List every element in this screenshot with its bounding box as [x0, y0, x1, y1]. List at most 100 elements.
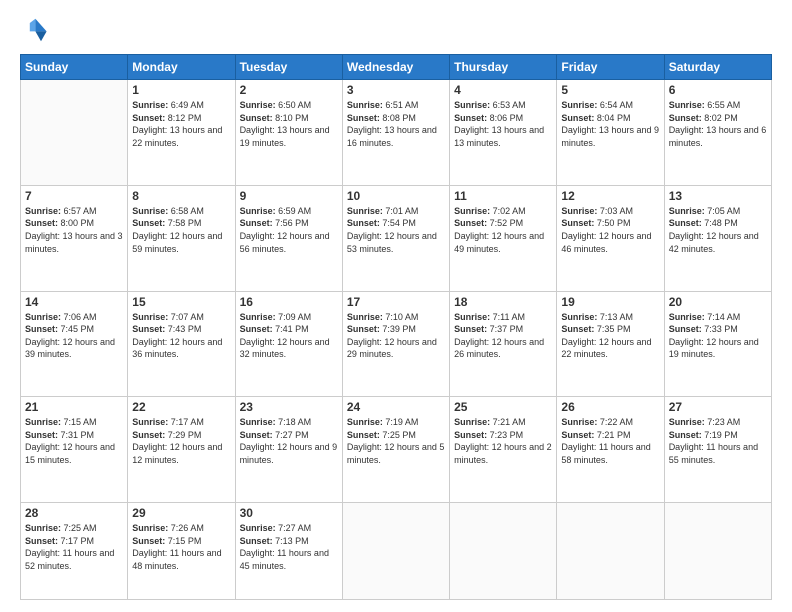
table-cell: 7 Sunrise: 6:57 AMSunset: 8:00 PMDaylight… — [21, 185, 128, 291]
table-cell: 10 Sunrise: 7:01 AMSunset: 7:54 PMDayligh… — [342, 185, 449, 291]
header — [20, 16, 772, 44]
day-number: 29 — [132, 506, 230, 520]
day-info: Sunrise: 7:19 AMSunset: 7:25 PMDaylight:… — [347, 416, 445, 466]
table-cell: 28 Sunrise: 7:25 AMSunset: 7:17 PMDayligh… — [21, 503, 128, 600]
day-info: Sunrise: 7:06 AMSunset: 7:45 PMDaylight:… — [25, 311, 123, 361]
table-cell: 21Sunrise: 7:15 AMSunset: 7:31 PMDayligh… — [21, 397, 128, 503]
table-cell — [557, 503, 664, 600]
day-info: Sunrise: 6:58 AMSunset: 7:58 PMDaylight:… — [132, 205, 230, 255]
col-saturday: Saturday — [664, 55, 771, 80]
day-info: Sunrise: 6:55 AMSunset: 8:02 PMDaylight:… — [669, 99, 767, 149]
day-info: Sunrise: 7:25 AMSunset: 7:17 PMDaylight:… — [25, 522, 123, 572]
day-info: Sunrise: 7:01 AMSunset: 7:54 PMDaylight:… — [347, 205, 445, 255]
table-cell: 23 Sunrise: 7:18 AMSunset: 7:27 PMDayligh… — [235, 397, 342, 503]
col-sunday: Sunday — [21, 55, 128, 80]
table-cell: 9 Sunrise: 6:59 AMSunset: 7:56 PMDaylight… — [235, 185, 342, 291]
calendar-table: Sunday Monday Tuesday Wednesday Thursday… — [20, 54, 772, 600]
table-cell: 4 Sunrise: 6:53 AMSunset: 8:06 PMDaylight… — [450, 80, 557, 186]
table-cell: 22 Sunrise: 7:17 AMSunset: 7:29 PMDayligh… — [128, 397, 235, 503]
day-number: 21 — [25, 400, 123, 414]
table-cell — [342, 503, 449, 600]
day-info: Sunrise: 7:13 AMSunset: 7:35 PMDaylight:… — [561, 311, 659, 361]
day-info: Sunrise: 6:53 AMSunset: 8:06 PMDaylight:… — [454, 99, 552, 149]
table-cell: 6 Sunrise: 6:55 AMSunset: 8:02 PMDaylight… — [664, 80, 771, 186]
table-cell: 11 Sunrise: 7:02 AMSunset: 7:52 PMDayligh… — [450, 185, 557, 291]
day-info: Sunrise: 6:49 AMSunset: 8:12 PMDaylight:… — [132, 99, 230, 149]
table-cell — [21, 80, 128, 186]
calendar-row: 21Sunrise: 7:15 AMSunset: 7:31 PMDayligh… — [21, 397, 772, 503]
table-cell: 16Sunrise: 7:09 AMSunset: 7:41 PMDayligh… — [235, 291, 342, 397]
table-cell: 24 Sunrise: 7:19 AMSunset: 7:25 PMDayligh… — [342, 397, 449, 503]
day-info: Sunrise: 6:50 AMSunset: 8:10 PMDaylight:… — [240, 99, 338, 149]
col-tuesday: Tuesday — [235, 55, 342, 80]
day-info: Sunrise: 7:02 AMSunset: 7:52 PMDaylight:… — [454, 205, 552, 255]
day-info: Sunrise: 6:59 AMSunset: 7:56 PMDaylight:… — [240, 205, 338, 255]
day-number: 20 — [669, 295, 767, 309]
day-info: Sunrise: 6:54 AMSunset: 8:04 PMDaylight:… — [561, 99, 659, 149]
day-info: Sunrise: 7:23 AMSunset: 7:19 PMDaylight:… — [669, 416, 767, 466]
day-number: 18 — [454, 295, 552, 309]
day-number: 26 — [561, 400, 659, 414]
day-number: 6 — [669, 83, 767, 97]
day-info: Sunrise: 7:22 AMSunset: 7:21 PMDaylight:… — [561, 416, 659, 466]
table-cell: 26 Sunrise: 7:22 AMSunset: 7:21 PMDayligh… — [557, 397, 664, 503]
table-cell: 15 Sunrise: 7:07 AMSunset: 7:43 PMDayligh… — [128, 291, 235, 397]
day-number: 12 — [561, 189, 659, 203]
day-info: Sunrise: 7:21 AMSunset: 7:23 PMDaylight:… — [454, 416, 552, 466]
day-number: 27 — [669, 400, 767, 414]
day-info: Sunrise: 7:07 AMSunset: 7:43 PMDaylight:… — [132, 311, 230, 361]
table-cell: 19 Sunrise: 7:13 AMSunset: 7:35 PMDayligh… — [557, 291, 664, 397]
table-cell: 2 Sunrise: 6:50 AMSunset: 8:10 PMDaylight… — [235, 80, 342, 186]
day-info: Sunrise: 6:51 AMSunset: 8:08 PMDaylight:… — [347, 99, 445, 149]
day-number: 4 — [454, 83, 552, 97]
table-cell: 12 Sunrise: 7:03 AMSunset: 7:50 PMDayligh… — [557, 185, 664, 291]
day-number: 2 — [240, 83, 338, 97]
table-cell: 13 Sunrise: 7:05 AMSunset: 7:48 PMDayligh… — [664, 185, 771, 291]
day-info: Sunrise: 7:05 AMSunset: 7:48 PMDaylight:… — [669, 205, 767, 255]
day-number: 10 — [347, 189, 445, 203]
table-cell — [664, 503, 771, 600]
table-cell: 3Sunrise: 6:51 AMSunset: 8:08 PMDaylight… — [342, 80, 449, 186]
table-cell: 30 Sunrise: 7:27 AMSunset: 7:13 PMDayligh… — [235, 503, 342, 600]
day-info: Sunrise: 7:10 AMSunset: 7:39 PMDaylight:… — [347, 311, 445, 361]
day-number: 15 — [132, 295, 230, 309]
day-number: 25 — [454, 400, 552, 414]
day-number: 5 — [561, 83, 659, 97]
day-number: 7 — [25, 189, 123, 203]
day-info: Sunrise: 7:17 AMSunset: 7:29 PMDaylight:… — [132, 416, 230, 466]
table-cell: 18 Sunrise: 7:11 AMSunset: 7:37 PMDayligh… — [450, 291, 557, 397]
calendar-header-row: Sunday Monday Tuesday Wednesday Thursday… — [21, 55, 772, 80]
calendar-row: 7 Sunrise: 6:57 AMSunset: 8:00 PMDaylight… — [21, 185, 772, 291]
col-thursday: Thursday — [450, 55, 557, 80]
day-number: 22 — [132, 400, 230, 414]
logo — [20, 16, 52, 44]
day-info: Sunrise: 6:57 AMSunset: 8:00 PMDaylight:… — [25, 205, 123, 255]
day-number: 13 — [669, 189, 767, 203]
day-number: 23 — [240, 400, 338, 414]
day-number: 14 — [25, 295, 123, 309]
col-wednesday: Wednesday — [342, 55, 449, 80]
table-cell: 27 Sunrise: 7:23 AMSunset: 7:19 PMDayligh… — [664, 397, 771, 503]
calendar-row: 14 Sunrise: 7:06 AMSunset: 7:45 PMDayligh… — [21, 291, 772, 397]
day-number: 9 — [240, 189, 338, 203]
day-number: 11 — [454, 189, 552, 203]
day-number: 19 — [561, 295, 659, 309]
table-cell: 25 Sunrise: 7:21 AMSunset: 7:23 PMDayligh… — [450, 397, 557, 503]
day-number: 30 — [240, 506, 338, 520]
col-monday: Monday — [128, 55, 235, 80]
table-cell: 1Sunrise: 6:49 AMSunset: 8:12 PMDaylight… — [128, 80, 235, 186]
table-cell — [450, 503, 557, 600]
calendar-row: 28 Sunrise: 7:25 AMSunset: 7:17 PMDayligh… — [21, 503, 772, 600]
day-info: Sunrise: 7:18 AMSunset: 7:27 PMDaylight:… — [240, 416, 338, 466]
day-number: 17 — [347, 295, 445, 309]
day-info: Sunrise: 7:11 AMSunset: 7:37 PMDaylight:… — [454, 311, 552, 361]
day-info: Sunrise: 7:26 AMSunset: 7:15 PMDaylight:… — [132, 522, 230, 572]
day-number: 24 — [347, 400, 445, 414]
day-info: Sunrise: 7:27 AMSunset: 7:13 PMDaylight:… — [240, 522, 338, 572]
calendar-row: 1Sunrise: 6:49 AMSunset: 8:12 PMDaylight… — [21, 80, 772, 186]
table-cell: 5 Sunrise: 6:54 AMSunset: 8:04 PMDaylight… — [557, 80, 664, 186]
table-cell: 20Sunrise: 7:14 AMSunset: 7:33 PMDayligh… — [664, 291, 771, 397]
day-number: 28 — [25, 506, 123, 520]
table-cell: 17 Sunrise: 7:10 AMSunset: 7:39 PMDayligh… — [342, 291, 449, 397]
day-info: Sunrise: 7:03 AMSunset: 7:50 PMDaylight:… — [561, 205, 659, 255]
